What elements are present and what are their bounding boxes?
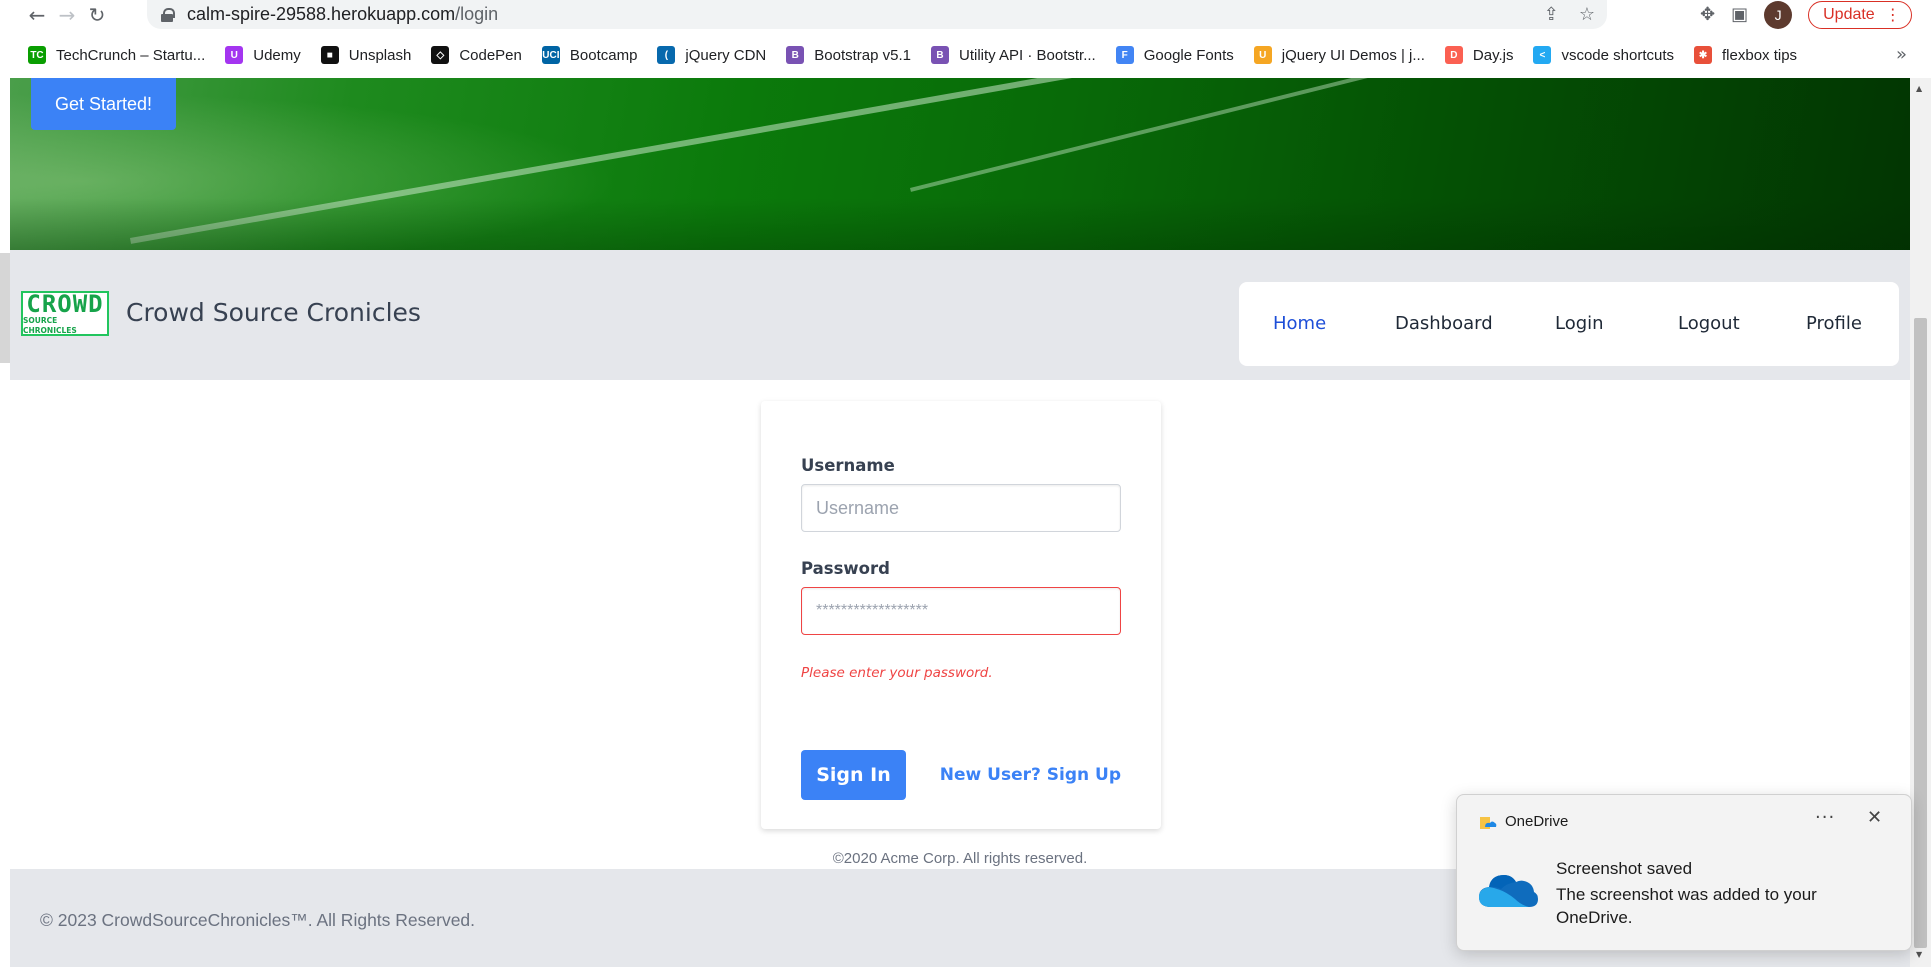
bootstrap-icon: B: [786, 46, 805, 64]
bookmark-item[interactable]: F Google Fonts: [1115, 46, 1234, 64]
hero-shade: [10, 198, 1910, 250]
share-icon[interactable]: ⇪: [1544, 4, 1559, 25]
codepen-icon: ◇: [431, 46, 450, 64]
scroll-down-arrow-icon[interactable]: ▼: [1916, 950, 1922, 959]
password-input[interactable]: [801, 587, 1121, 635]
bookmark-label: Udemy: [253, 46, 301, 64]
site-navbar: CROWD SOURCE CHRONICLES Crowd Source Cro…: [10, 250, 1910, 380]
techcrunch-icon: TC: [28, 46, 46, 64]
unsplash-icon: ■: [320, 46, 339, 64]
nav-link-profile[interactable]: Profile: [1806, 313, 1862, 334]
bookmark-label: Google Fonts: [1143, 46, 1234, 64]
bookmarks-bar: TC TechCrunch – Startu... U Udemy ■ Unsplash ◇…: [0, 40, 1931, 70]
url-host: calm-spire-29588.herokuapp.com: [187, 4, 456, 24]
username-label: Username: [801, 456, 895, 475]
password-label: Password: [801, 559, 890, 578]
bookmark-item[interactable]: B Utility API · Bootstr...: [931, 46, 1096, 64]
bookmark-label: flexbox tips: [1722, 46, 1798, 64]
bookmark-label: jQuery UI Demos | j...: [1281, 46, 1425, 64]
bookmark-star-icon[interactable]: ☆: [1579, 4, 1595, 25]
update-label: Update: [1823, 5, 1875, 23]
browser-right-tools: ✥ ▣ J Update ⋮: [1700, 0, 1912, 29]
forward-arrow-icon[interactable]: →: [52, 0, 82, 29]
gutter-mark: [0, 253, 10, 363]
bookmark-label: Utility API · Bootstr...: [959, 46, 1096, 64]
get-started-button[interactable]: Get Started!: [31, 78, 176, 130]
password-error-message: Please enter your password.: [801, 665, 993, 681]
bookmark-item[interactable]: B Bootstrap v5.1: [786, 46, 911, 64]
bookmark-item[interactable]: ✱ flexbox tips: [1694, 46, 1797, 64]
hero-banner: Get Started!: [10, 78, 1910, 250]
bookmark-item[interactable]: ( jQuery CDN: [657, 46, 766, 64]
bookmark-item[interactable]: TC TechCrunch – Startu...: [28, 46, 205, 64]
side-panel-icon[interactable]: ▣: [1731, 4, 1748, 25]
bookmark-label: TechCrunch – Startu...: [56, 46, 206, 64]
vscode-icon: <: [1533, 46, 1552, 64]
toast-body: The screenshot was added to your OneDriv…: [1556, 885, 1817, 927]
reload-icon[interactable]: ↻: [82, 0, 112, 29]
nav-link-login[interactable]: Login: [1555, 313, 1604, 334]
uci-icon: UCI: [541, 46, 560, 64]
bookmarks-overflow-icon[interactable]: »: [1896, 44, 1911, 65]
asterisk-icon: ✱: [1694, 46, 1713, 64]
address-bar[interactable]: calm-spire-29588.herokuapp.com/login ⇪ ☆: [147, 0, 1607, 29]
onedrive-small-icon: [1480, 817, 1497, 829]
update-button[interactable]: Update ⋮: [1808, 0, 1912, 29]
site-title: Crowd Source Cronicles: [126, 298, 421, 327]
nav-link-home[interactable]: Home: [1273, 313, 1326, 334]
bookmark-item[interactable]: < vscode shortcuts: [1533, 46, 1674, 64]
jquery-icon: (: [657, 46, 676, 64]
login-card: Username Password Please enter your pass…: [761, 401, 1161, 829]
left-gutter: [0, 78, 10, 967]
bookmark-item[interactable]: ◇ CodePen: [431, 46, 522, 64]
more-options-icon[interactable]: ···: [1815, 807, 1835, 828]
bookmark-label: Day.js: [1472, 46, 1514, 64]
logo-subtitle: SOURCE CHRONICLES: [23, 315, 77, 335]
bookmark-label: jQuery CDN: [685, 46, 767, 64]
lock-icon: [161, 7, 175, 22]
bookmark-label: Bootcamp: [569, 46, 638, 64]
dayjs-icon: D: [1444, 46, 1463, 64]
nav-link-dashboard[interactable]: Dashboard: [1395, 313, 1493, 334]
close-icon[interactable]: ✕: [1867, 807, 1882, 828]
kebab-menu-icon: ⋮: [1884, 6, 1901, 24]
site-logo[interactable]: CROWD SOURCE CHRONICLES: [21, 291, 109, 336]
scroll-up-arrow-icon[interactable]: ▲: [1916, 84, 1922, 93]
hero-streak: [910, 78, 1910, 192]
bookmark-label: Unsplash: [348, 46, 412, 64]
logo-wordmark: CROWD: [26, 289, 104, 318]
bookmark-item[interactable]: U Udemy: [225, 46, 301, 64]
main-menu: Home Dashboard Login Logout Profile: [1239, 282, 1899, 366]
profile-avatar[interactable]: J: [1764, 0, 1793, 29]
footer-copyright: © 2023 CrowdSourceChronicles™. All Right…: [40, 910, 476, 930]
extensions-icon[interactable]: ✥: [1700, 4, 1715, 25]
onedrive-cloud-icon: [1479, 875, 1538, 907]
onedrive-notification[interactable]: OneDrive ··· ✕ Screenshot saved The scre…: [1456, 794, 1912, 951]
toast-title: Screenshot saved: [1556, 859, 1693, 878]
back-arrow-icon[interactable]: ←: [22, 0, 52, 29]
url-text[interactable]: calm-spire-29588.herokuapp.com/login: [187, 4, 498, 25]
sign-up-link[interactable]: New User? Sign Up: [940, 765, 1121, 785]
scrollbar-thumb[interactable]: [1914, 318, 1927, 948]
sign-in-button[interactable]: Sign In: [801, 750, 906, 800]
udemy-icon: U: [225, 46, 244, 64]
page-scrollbar[interactable]: ▲ ▼: [1910, 78, 1931, 967]
url-path: /login: [455, 4, 499, 24]
nav-link-logout[interactable]: Logout: [1678, 313, 1740, 334]
bootstrap-icon: B: [931, 46, 950, 64]
toast-app-name: OneDrive: [1505, 813, 1569, 830]
address-bar-actions: ⇪ ☆: [1544, 0, 1595, 29]
bookmark-label: CodePen: [459, 46, 522, 64]
bookmark-label: Bootstrap v5.1: [814, 46, 912, 64]
bookmark-item[interactable]: UCI Bootcamp: [541, 46, 638, 64]
jquery-ui-icon: U: [1253, 46, 1272, 64]
username-input[interactable]: [801, 484, 1121, 532]
google-fonts-icon: F: [1115, 46, 1134, 64]
bookmark-item[interactable]: ■ Unsplash: [320, 46, 412, 64]
bookmark-label: vscode shortcuts: [1561, 46, 1675, 64]
bookmark-item[interactable]: D Day.js: [1444, 46, 1514, 64]
bookmark-item[interactable]: UjQuery UI Demos | j...: [1253, 46, 1425, 64]
